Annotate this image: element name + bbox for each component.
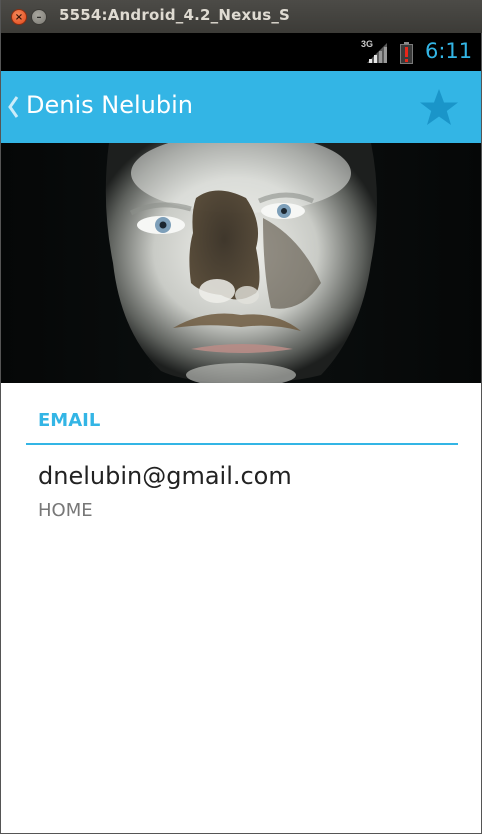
emulator-window: × – 5554:Android_4.2_Nexus_S 3G 6:11 Den… xyxy=(0,0,482,834)
window-title-bar[interactable]: × – 5554:Android_4.2_Nexus_S xyxy=(1,0,482,33)
action-bar: Denis Nelubin xyxy=(1,71,481,143)
contact-photo xyxy=(1,143,481,383)
contact-photo-image xyxy=(1,143,481,383)
email-address[interactable]: dnelubin@gmail.com xyxy=(38,462,292,490)
signal-strength-icon xyxy=(367,43,387,63)
status-clock: 6:11 xyxy=(425,39,473,63)
contact-name-title[interactable]: Denis Nelubin xyxy=(26,91,193,119)
window-title: 5554:Android_4.2_Nexus_S xyxy=(59,6,291,24)
chevron-left-icon[interactable] xyxy=(6,93,20,121)
android-status-bar: 3G 6:11 xyxy=(1,33,481,71)
window-close-button[interactable]: × xyxy=(11,9,27,25)
star-icon[interactable] xyxy=(419,88,459,126)
battery-alert-icon xyxy=(400,42,413,64)
window-minimize-button[interactable]: – xyxy=(31,9,47,25)
email-type-label: HOME xyxy=(38,500,93,521)
email-section-divider xyxy=(26,443,458,445)
email-section-header: EMAIL xyxy=(38,410,101,431)
